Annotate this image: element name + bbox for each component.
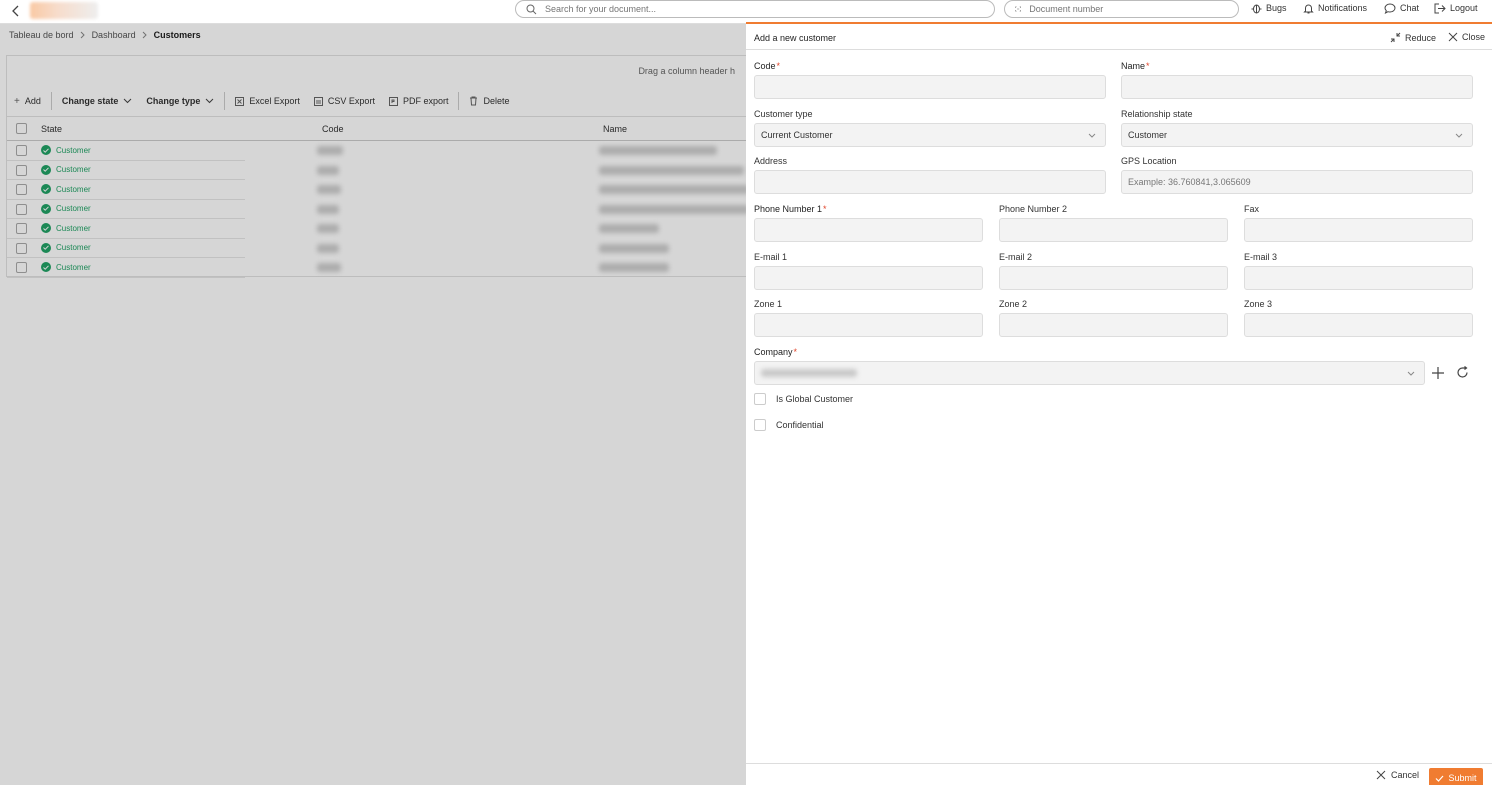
reduce-button[interactable]: Reduce — [1390, 32, 1436, 43]
phone1-label-text: Phone Number 1 — [754, 204, 823, 214]
back-button[interactable] — [8, 2, 24, 20]
email1-label: E-mail 1 — [754, 252, 788, 262]
document-number-input[interactable] — [1029, 4, 1238, 14]
chevron-down-icon — [1407, 371, 1415, 376]
zone1-label: Zone 1 — [754, 299, 783, 309]
company-value-redacted — [761, 369, 857, 377]
app-logo[interactable] — [30, 2, 98, 19]
chevron-down-icon — [1455, 133, 1463, 138]
cancel-button[interactable]: Cancel — [1376, 770, 1419, 780]
company-label: Company* — [754, 347, 797, 357]
submit-label: Submit — [1448, 773, 1477, 783]
fax-field[interactable] — [1244, 218, 1473, 242]
search-bar[interactable] — [515, 0, 995, 18]
chat-icon — [1384, 2, 1396, 14]
notifications-button[interactable]: Notifications — [1303, 1, 1367, 15]
drawer-header: Add a new customer Reduce Close — [746, 24, 1492, 50]
required-marker: * — [776, 61, 781, 71]
chevron-down-icon — [1088, 133, 1096, 138]
search-icon — [526, 4, 537, 14]
document-number-bar[interactable] — [1004, 0, 1239, 18]
close-button[interactable]: Close — [1448, 32, 1485, 42]
bug-icon — [1251, 4, 1262, 13]
email2-label: E-mail 2 — [999, 252, 1033, 262]
notifications-label: Notifications — [1318, 3, 1368, 13]
gps-label: GPS Location — [1121, 156, 1177, 166]
email3-field[interactable] — [1244, 266, 1473, 290]
relationship-state-value: Customer — [1128, 130, 1168, 140]
add-company-button[interactable] — [1432, 367, 1444, 379]
required-marker: * — [793, 347, 798, 357]
code-label: Code* — [754, 61, 780, 71]
refresh-company-button[interactable] — [1456, 366, 1469, 379]
drawer-footer: Cancel Submit — [746, 763, 1492, 785]
close-icon — [1376, 770, 1386, 780]
customer-type-label: Customer type — [754, 109, 813, 119]
name-label-text: Name — [1121, 61, 1146, 71]
close-label: Close — [1462, 32, 1486, 42]
minimize-icon — [1390, 32, 1401, 43]
zone2-field[interactable] — [999, 313, 1228, 337]
is-global-customer-label: Is Global Customer — [776, 394, 854, 404]
email3-label: E-mail 3 — [1244, 252, 1278, 262]
logout-label: Logout — [1450, 3, 1478, 13]
gps-field[interactable] — [1121, 170, 1473, 194]
add-customer-drawer: Add a new customer Reduce Close Code* Na… — [746, 22, 1492, 785]
checkbox-box[interactable] — [754, 419, 766, 431]
logout-button[interactable]: Logout — [1434, 1, 1478, 15]
top-bar: Bugs Notifications Chat Logout — [0, 0, 1492, 24]
address-label: Address — [754, 156, 788, 166]
address-field[interactable] — [754, 170, 1106, 194]
search-input[interactable] — [545, 4, 945, 14]
cancel-label: Cancel — [1390, 770, 1419, 780]
logout-icon — [1434, 3, 1446, 13]
check-icon — [1436, 775, 1444, 782]
confidential-label: Confidential — [776, 420, 824, 430]
phone1-field[interactable] — [754, 218, 983, 242]
zone2-label: Zone 2 — [999, 299, 1028, 309]
zone3-label: Zone 3 — [1244, 299, 1273, 309]
customer-type-value: Current Customer — [761, 130, 833, 140]
required-marker: * — [1146, 61, 1150, 71]
bugs-button[interactable]: Bugs — [1251, 1, 1287, 15]
email2-field[interactable] — [999, 266, 1228, 290]
plus-icon — [1432, 367, 1444, 379]
drawer-title: Add a new customer — [754, 33, 837, 43]
phone2-field[interactable] — [999, 218, 1228, 242]
confidential-checkbox[interactable]: Confidential — [754, 419, 824, 431]
bell-icon — [1303, 4, 1314, 13]
code-label-text: Code — [754, 61, 776, 71]
zone3-field[interactable] — [1244, 313, 1473, 337]
relationship-state-select[interactable]: Customer — [1121, 123, 1473, 147]
modal-backdrop[interactable] — [0, 24, 746, 785]
reduce-label: Reduce — [1405, 32, 1437, 43]
checkbox-box[interactable] — [754, 393, 766, 405]
name-field[interactable] — [1121, 75, 1473, 99]
required-marker: * — [823, 204, 827, 214]
code-field[interactable] — [754, 75, 1106, 99]
relationship-state-label: Relationship state — [1121, 109, 1193, 119]
email1-field[interactable] — [754, 266, 983, 290]
is-global-customer-checkbox[interactable]: Is Global Customer — [754, 393, 853, 405]
scan-icon — [1015, 6, 1022, 12]
refresh-icon — [1457, 366, 1468, 378]
submit-button[interactable]: Submit — [1429, 768, 1483, 785]
phone1-label: Phone Number 1* — [754, 204, 827, 214]
close-icon — [1448, 32, 1458, 42]
bugs-label: Bugs — [1266, 3, 1287, 13]
name-label: Name* — [1121, 61, 1150, 71]
chat-button[interactable]: Chat — [1384, 1, 1419, 15]
company-select[interactable] — [754, 361, 1425, 385]
fax-label: Fax — [1244, 204, 1260, 214]
company-label-text: Company — [754, 347, 793, 357]
zone1-field[interactable] — [754, 313, 983, 337]
phone2-label: Phone Number 2 — [999, 204, 1068, 214]
customer-type-select[interactable]: Current Customer — [754, 123, 1106, 147]
chat-label: Chat — [1400, 3, 1420, 13]
chevron-left-icon — [12, 5, 19, 17]
